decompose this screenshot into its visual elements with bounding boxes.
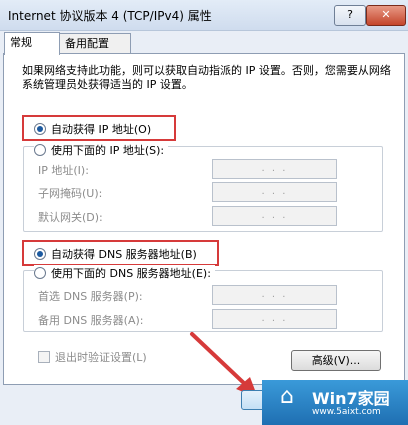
watermark-title: Win7家园: [312, 389, 390, 408]
house-logo-icon: ⌂: [280, 384, 294, 409]
tab-general[interactable]: 常规: [4, 32, 60, 55]
arrow-annotation: [190, 332, 258, 398]
watermark-url: www.5aixt.com: [312, 407, 381, 417]
watermark-badge: ⌂ Win7家园 www.5aixt.com: [262, 380, 408, 425]
